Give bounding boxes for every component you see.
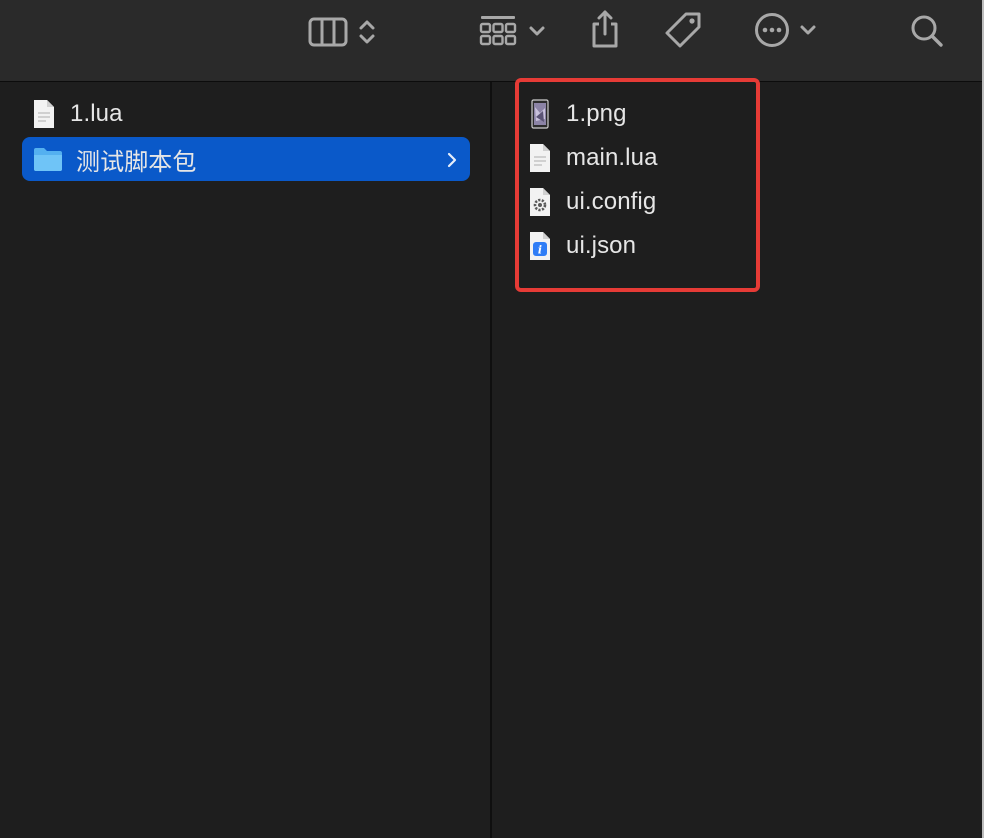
share-icon xyxy=(588,8,622,50)
item-label: ui.json xyxy=(566,232,637,259)
more-actions-button[interactable] xyxy=(748,10,822,50)
chevron-down-icon xyxy=(528,25,546,37)
toolbar xyxy=(0,0,984,82)
png-image-icon xyxy=(526,98,554,130)
chevron-right-icon xyxy=(446,149,458,177)
svg-text:i: i xyxy=(538,244,542,257)
list-item[interactable]: main.lua xyxy=(526,136,726,180)
group-button[interactable] xyxy=(472,10,552,52)
folder-icon xyxy=(32,143,64,175)
item-label: 1.lua xyxy=(70,100,123,127)
lua-document-icon xyxy=(30,98,58,130)
more-ellipsis-icon xyxy=(753,11,791,49)
item-label: 1.png xyxy=(566,100,627,127)
json-info-document-icon: i xyxy=(526,230,554,262)
grid-group-icon xyxy=(478,14,518,48)
columns-view-icon xyxy=(308,16,350,48)
finder-window: 1.lua 测试脚本包 1.png main.lua ui.config i u… xyxy=(0,0,984,838)
left-column[interactable]: 1.lua 测试脚本包 xyxy=(0,82,490,838)
search-button[interactable] xyxy=(906,10,948,52)
column-view-button[interactable] xyxy=(302,12,382,52)
chevron-down-icon xyxy=(799,24,817,36)
tag-button[interactable] xyxy=(660,8,706,52)
item-label: 测试脚本包 xyxy=(76,148,197,176)
list-item[interactable]: 1.lua xyxy=(30,92,470,136)
tag-icon xyxy=(662,9,704,51)
share-button[interactable] xyxy=(584,6,626,52)
list-item[interactable]: 测试脚本包 xyxy=(22,137,470,181)
search-icon xyxy=(909,13,945,49)
list-item[interactable]: 1.png xyxy=(526,92,726,136)
list-item[interactable]: i ui.json xyxy=(526,224,726,268)
item-label: main.lua xyxy=(566,144,658,171)
config-gear-document-icon xyxy=(526,186,554,218)
list-item[interactable]: ui.config xyxy=(526,180,726,224)
right-column[interactable]: 1.png main.lua ui.config i ui.json xyxy=(492,82,982,838)
item-label: ui.config xyxy=(566,188,657,215)
lua-document-icon xyxy=(526,142,554,174)
updown-chevron-icon xyxy=(358,18,376,46)
